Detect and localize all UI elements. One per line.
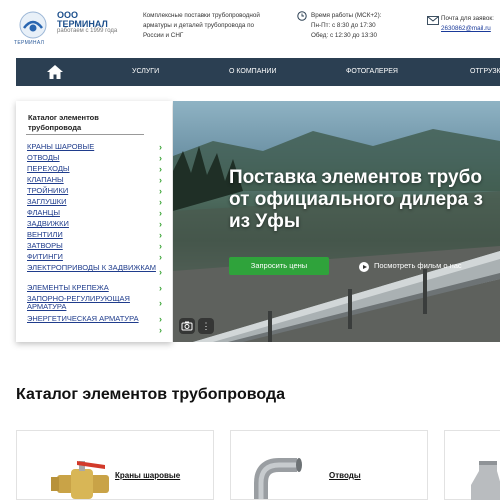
catalog-card-ball-valves[interactable]: Краны шаровые <box>16 430 214 500</box>
clock-icon <box>297 11 307 21</box>
hero-title-line-1: Поставка элементов трубо <box>229 167 482 188</box>
brand-since: работаем с 1999 года <box>57 28 118 34</box>
card-label-bends[interactable]: Отводы <box>329 471 361 480</box>
catalog-item-fittings[interactable]: ФИТИНГИ <box>27 253 161 261</box>
section-title: Каталог элементов трубопровода <box>16 386 285 403</box>
chevron-right-icon[interactable]: › <box>159 198 162 207</box>
chevron-right-icon[interactable]: › <box>159 253 162 262</box>
tagline: Комплексные поставки трубопроводной арма… <box>143 11 283 41</box>
card-label-ball-valves[interactable]: Краны шаровые <box>115 471 180 480</box>
catalog-item-power-valves[interactable]: ЭНЕРГЕТИЧЕСКАЯ АРМАТУРА <box>27 315 161 323</box>
chevron-right-icon[interactable]: › <box>159 326 162 335</box>
mail-block: Почта для заявок: 2630862@mail.ru <box>441 14 494 34</box>
nav-item-gallery[interactable]: ФОТОГАЛЕРЕЯ <box>346 58 398 86</box>
hero-title-line-2: от официального дилера з <box>229 189 483 210</box>
mail-icon <box>427 16 439 25</box>
catalog-item-bends[interactable]: ОТВОДЫ <box>27 154 161 162</box>
chevron-right-icon[interactable]: › <box>159 284 162 293</box>
main-nav: УСЛУГИ О КОМПАНИИ ФОТОГАЛЕРЕЯ ОТГРУЗКИ <box>16 58 500 86</box>
tagline-line-3: России и СНГ <box>143 32 184 39</box>
chevron-right-icon[interactable]: › <box>159 187 162 196</box>
catalog-item-ball-valves[interactable]: КРАНЫ ШАРОВЫЕ <box>27 143 161 151</box>
logo-caption: ТЕРМИНАЛ <box>14 40 45 46</box>
catalog-item-reducers[interactable]: ПЕРЕХОДЫ <box>27 165 161 173</box>
mail-link[interactable]: 2630862@mail.ru <box>441 25 491 32</box>
catalog-title-divider <box>26 134 144 135</box>
chevron-right-icon[interactable]: › <box>159 268 162 277</box>
chevron-right-icon[interactable]: › <box>159 315 162 324</box>
catalog-title: Каталог элементов трубопровода <box>28 113 99 132</box>
catalog-item-butterfly-valves[interactable]: ЗАТВОРЫ <box>27 242 161 250</box>
nav-item-services[interactable]: УСЛУГИ <box>132 58 159 86</box>
chevron-right-icon[interactable]: › <box>159 299 162 308</box>
ball-valve-image <box>51 461 109 499</box>
camera-icon[interactable] <box>179 318 195 334</box>
hero-title-line-3: из Уфы <box>229 211 301 232</box>
pipe-reducer-image <box>471 461 500 500</box>
chevron-right-icon[interactable]: › <box>159 231 162 240</box>
catalog-item-caps[interactable]: ЗАГЛУШКИ <box>27 198 161 206</box>
home-icon[interactable] <box>46 64 64 80</box>
nav-item-shipments[interactable]: ОТГРУЗКИ <box>470 58 500 86</box>
catalog-item-globe-valves[interactable]: ВЕНТИЛИ <box>27 231 161 239</box>
tagline-line-1: Комплексные поставки трубопроводной <box>143 12 260 19</box>
play-icon[interactable] <box>359 262 369 272</box>
pipe-bend-image <box>254 458 302 499</box>
catalog-card-bends[interactable]: Отводы <box>230 430 428 500</box>
catalog-item-gate-valves[interactable]: ЗАДВИЖКИ <box>27 220 161 228</box>
catalog-item-tees[interactable]: ТРОЙНИКИ <box>27 187 161 195</box>
hero-banner: Поставка элементов трубо от официального… <box>173 101 500 342</box>
catalog-item-flanges[interactable]: ФЛАНЦЫ <box>27 209 161 217</box>
request-price-button[interactable]: Запросить цены <box>229 257 329 275</box>
chevron-right-icon[interactable]: › <box>159 220 162 229</box>
chevron-right-icon[interactable]: › <box>159 176 162 185</box>
hero-title: Поставка элементов трубо от официального… <box>229 167 483 233</box>
catalog-item-actuators[interactable]: ЭЛЕКТРОПРИВОДЫ К ЗАДВИЖКАМ <box>27 264 161 272</box>
hours-weekdays: Пн-Пт: с 8:30 до 17:30 <box>311 22 376 29</box>
nav-item-about[interactable]: О КОМПАНИИ <box>229 58 276 86</box>
catalog-sidebar: Каталог элементов трубопровода КРАНЫ ШАР… <box>16 101 172 342</box>
working-hours: Время работы (МСК+2): Пн-Пт: с 8:30 до 1… <box>311 11 381 41</box>
catalog-item-fasteners[interactable]: ЭЛЕМЕНТЫ КРЕПЕЖА <box>27 284 161 292</box>
chevron-right-icon[interactable]: › <box>159 242 162 251</box>
more-options-icon[interactable]: ⋮ <box>198 318 214 334</box>
chevron-right-icon[interactable]: › <box>159 143 162 152</box>
chevron-right-icon[interactable]: › <box>159 165 162 174</box>
chevron-right-icon[interactable]: › <box>159 209 162 218</box>
watch-video-link[interactable]: Посмотреть фильм о нас <box>374 261 462 270</box>
mail-label: Почта для заявок: <box>441 15 494 22</box>
chevron-right-icon[interactable]: › <box>159 154 162 163</box>
catalog-item-valves[interactable]: КЛАПАНЫ <box>27 176 161 184</box>
hours-lunch: Обед: с 12:30 до 13:30 <box>311 32 378 39</box>
catalog-item-control-valves[interactable]: ЗАПОРНО-РЕГУЛИРУЮЩАЯ АРМАТУРА <box>27 295 161 311</box>
tagline-line-2: арматуры и деталей трубопровода по <box>143 22 255 29</box>
catalog-card-partial[interactable] <box>444 430 500 500</box>
company-logo[interactable] <box>18 10 48 40</box>
hours-title: Время работы (МСК+2): <box>311 12 382 19</box>
site-header: ТЕРМИНАЛ ООО ТЕРМИНАЛ работаем с 1999 го… <box>0 0 500 58</box>
